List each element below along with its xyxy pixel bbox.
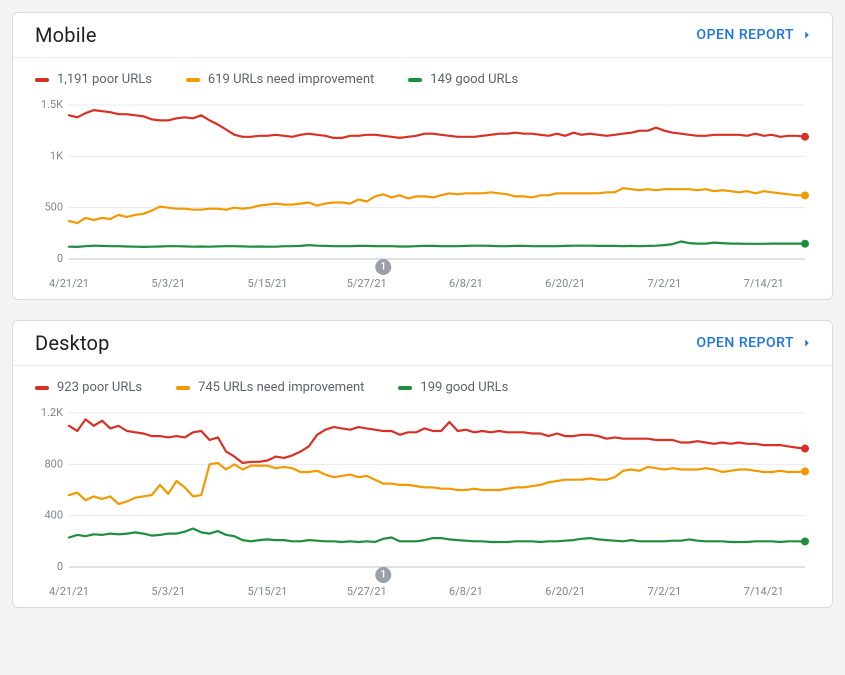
legend-swatch-poor-icon bbox=[35, 386, 49, 390]
svg-text:6/20/21: 6/20/21 bbox=[545, 585, 585, 598]
svg-text:7/14/21: 7/14/21 bbox=[744, 585, 784, 598]
page-root: Mobile OPEN REPORT 1,191 poor URLs 619 U… bbox=[0, 0, 845, 640]
svg-text:500: 500 bbox=[44, 201, 63, 214]
open-report-label: OPEN REPORT bbox=[696, 335, 794, 351]
svg-text:7/2/21: 7/2/21 bbox=[648, 585, 682, 598]
chevron-right-icon bbox=[800, 28, 814, 42]
legend-label-poor: 923 poor URLs bbox=[57, 380, 142, 395]
chevron-right-icon bbox=[800, 336, 814, 350]
legend-label-good: 199 good URLs bbox=[420, 380, 508, 395]
svg-text:5/15/21: 5/15/21 bbox=[247, 585, 287, 598]
legend: 1,191 poor URLs 619 URLs need improvemen… bbox=[13, 58, 832, 89]
svg-text:7/14/21: 7/14/21 bbox=[744, 277, 784, 290]
svg-text:6/8/21: 6/8/21 bbox=[449, 585, 483, 598]
svg-text:5/3/21: 5/3/21 bbox=[151, 585, 185, 598]
svg-text:1.2K: 1.2K bbox=[41, 406, 63, 419]
legend-item-need: 745 URLs need improvement bbox=[176, 380, 364, 395]
svg-text:6/20/21: 6/20/21 bbox=[545, 277, 585, 290]
svg-text:5/15/21: 5/15/21 bbox=[247, 277, 287, 290]
chart-mobile: 0 500 1K 1.5K 1 4/21/21 5/3/21 5/15/21 5/27/21 6/… bbox=[35, 95, 815, 295]
svg-text:6/8/21: 6/8/21 bbox=[449, 277, 483, 290]
legend: 923 poor URLs 745 URLs need improvement … bbox=[13, 366, 832, 397]
card-desktop: Desktop OPEN REPORT 923 poor URLs 745 UR… bbox=[12, 320, 833, 608]
legend-label-good: 149 good URLs bbox=[430, 72, 518, 87]
legend-label-poor: 1,191 poor URLs bbox=[57, 72, 152, 87]
svg-text:5/27/21: 5/27/21 bbox=[347, 277, 387, 290]
legend-swatch-need-icon bbox=[186, 78, 200, 82]
card-header: Desktop OPEN REPORT bbox=[13, 321, 832, 366]
svg-text:1.5K: 1.5K bbox=[41, 98, 63, 111]
svg-text:4/21/21: 4/21/21 bbox=[49, 277, 89, 290]
svg-text:1: 1 bbox=[380, 570, 386, 581]
svg-text:4/21/21: 4/21/21 bbox=[49, 585, 89, 598]
svg-text:5/27/21: 5/27/21 bbox=[347, 585, 387, 598]
legend-item-poor: 923 poor URLs bbox=[35, 380, 142, 395]
card-title: Mobile bbox=[35, 23, 97, 47]
legend-item-good: 149 good URLs bbox=[408, 72, 518, 87]
svg-text:5/3/21: 5/3/21 bbox=[151, 277, 185, 290]
legend-swatch-need-icon bbox=[176, 386, 190, 390]
open-report-button[interactable]: OPEN REPORT bbox=[696, 335, 814, 351]
svg-text:1K: 1K bbox=[50, 149, 63, 162]
legend-item-need: 619 URLs need improvement bbox=[186, 72, 374, 87]
open-report-label: OPEN REPORT bbox=[696, 27, 794, 43]
legend-swatch-good-icon bbox=[408, 78, 422, 82]
svg-text:0: 0 bbox=[57, 560, 63, 573]
chart-container: 0 400 800 1.2K 1 4/21/21 5/3/21 5/15/21 5/27/21 6… bbox=[13, 397, 832, 607]
legend-item-poor: 1,191 poor URLs bbox=[35, 72, 152, 87]
svg-text:0: 0 bbox=[57, 252, 63, 265]
open-report-button[interactable]: OPEN REPORT bbox=[696, 27, 814, 43]
legend-swatch-poor-icon bbox=[35, 78, 49, 82]
legend-swatch-good-icon bbox=[398, 386, 412, 390]
card-mobile: Mobile OPEN REPORT 1,191 poor URLs 619 U… bbox=[12, 12, 833, 300]
chart-desktop: 0 400 800 1.2K 1 4/21/21 5/3/21 5/15/21 5/27/21 6… bbox=[35, 403, 815, 603]
svg-text:7/2/21: 7/2/21 bbox=[648, 277, 682, 290]
legend-label-need: 619 URLs need improvement bbox=[208, 72, 374, 87]
card-title: Desktop bbox=[35, 331, 110, 355]
svg-text:800: 800 bbox=[44, 457, 63, 470]
chart-container: 0 500 1K 1.5K 1 4/21/21 5/3/21 5/15/21 5/27/21 6/… bbox=[13, 89, 832, 299]
legend-item-good: 199 good URLs bbox=[398, 380, 508, 395]
card-header: Mobile OPEN REPORT bbox=[13, 13, 832, 58]
svg-text:400: 400 bbox=[44, 509, 63, 522]
legend-label-need: 745 URLs need improvement bbox=[198, 380, 364, 395]
svg-text:1: 1 bbox=[380, 262, 386, 273]
